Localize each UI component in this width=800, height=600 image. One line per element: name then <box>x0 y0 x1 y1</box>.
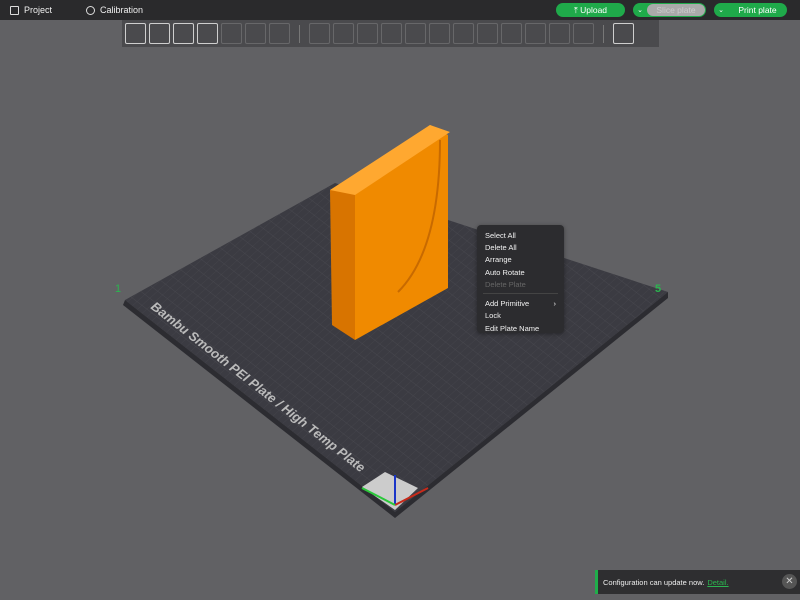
tab-project[interactable]: Project <box>10 5 52 15</box>
auto-orient-icon[interactable] <box>173 23 194 44</box>
toolbar-divider <box>603 24 604 43</box>
3d-viewport[interactable]: Bambu Smooth PEI Plate / High Temp Plate… <box>0 0 800 600</box>
mesh-boolean-icon[interactable] <box>525 23 546 44</box>
support-paint-icon[interactable] <box>453 23 474 44</box>
text-icon[interactable] <box>501 23 522 44</box>
measure-icon[interactable] <box>549 23 570 44</box>
copy-icon[interactable] <box>221 23 242 44</box>
cut-icon[interactable] <box>405 23 426 44</box>
notification-detail-link[interactable]: Detail. <box>707 578 728 587</box>
lay-on-face-icon[interactable] <box>381 23 402 44</box>
add-primitive-label: Add Primitive <box>485 299 530 309</box>
context-menu: Select All Delete All Arrange Auto Rotat… <box>477 225 564 333</box>
assembly-view-icon[interactable] <box>613 23 634 44</box>
scale-icon[interactable] <box>357 23 378 44</box>
menu-item-lock[interactable]: Lock <box>477 310 564 322</box>
menu-item-delete-plate: Delete Plate <box>485 279 526 289</box>
add-plate-icon[interactable] <box>149 23 170 44</box>
close-icon[interactable]: ✕ <box>782 574 797 589</box>
color-paint-icon[interactable] <box>573 23 594 44</box>
arrange-icon[interactable] <box>197 23 218 44</box>
add-object-icon[interactable] <box>125 23 146 44</box>
menu-item-add-primitive[interactable]: Add Primitive › <box>477 297 564 309</box>
menu-item-arrange[interactable]: Arrange <box>477 254 564 266</box>
notification-text: Configuration can update now. <box>603 577 705 587</box>
boolean-icon[interactable] <box>429 23 450 44</box>
slice-dropdown-chevron-icon[interactable]: ⌄ <box>633 6 647 14</box>
menu-item-edit-plate-name[interactable]: Edit Plate Name <box>477 322 564 334</box>
slice-plate-button[interactable]: Slice plate <box>647 4 705 16</box>
chevron-right-icon: › <box>553 299 557 309</box>
menu-item-select-all[interactable]: Select All <box>477 229 564 241</box>
menu-divider <box>483 293 558 295</box>
calibration-label: Calibration <box>100 5 144 15</box>
paste-icon[interactable] <box>245 23 266 44</box>
upload-button[interactable]: ⤒ Upload <box>556 3 625 17</box>
print-dropdown-chevron-icon[interactable]: ⌄ <box>714 6 728 14</box>
menu-item-delete-all[interactable]: Delete All <box>477 241 564 253</box>
menu-item-auto-rotate[interactable]: Auto Rotate <box>477 266 564 278</box>
slice-plate-group: ⌄ Slice plate <box>633 3 706 17</box>
tab-calibration[interactable]: Calibration <box>86 5 143 15</box>
project-icon <box>10 5 19 15</box>
print-plate-button[interactable]: Print plate <box>728 5 787 15</box>
move-icon[interactable] <box>309 23 330 44</box>
project-label: Project <box>24 5 53 15</box>
plate-number-right: 5 <box>655 283 661 295</box>
top-bar: Project Calibration ⤒ Upload ⌄ Slice plat… <box>0 0 800 20</box>
toolbar-divider <box>299 24 300 43</box>
rotate-icon[interactable] <box>333 23 354 44</box>
plate-number-left: 1 <box>115 283 121 295</box>
tool-bar <box>122 20 659 47</box>
upload-label: Upload <box>580 5 608 15</box>
print-plate-group: ⌄ Print plate <box>714 3 787 17</box>
calibration-icon <box>86 5 96 15</box>
seam-paint-icon[interactable] <box>477 23 498 44</box>
layers-icon[interactable] <box>269 23 290 44</box>
notification: Configuration can update now. Detail. ✕ <box>595 570 800 594</box>
